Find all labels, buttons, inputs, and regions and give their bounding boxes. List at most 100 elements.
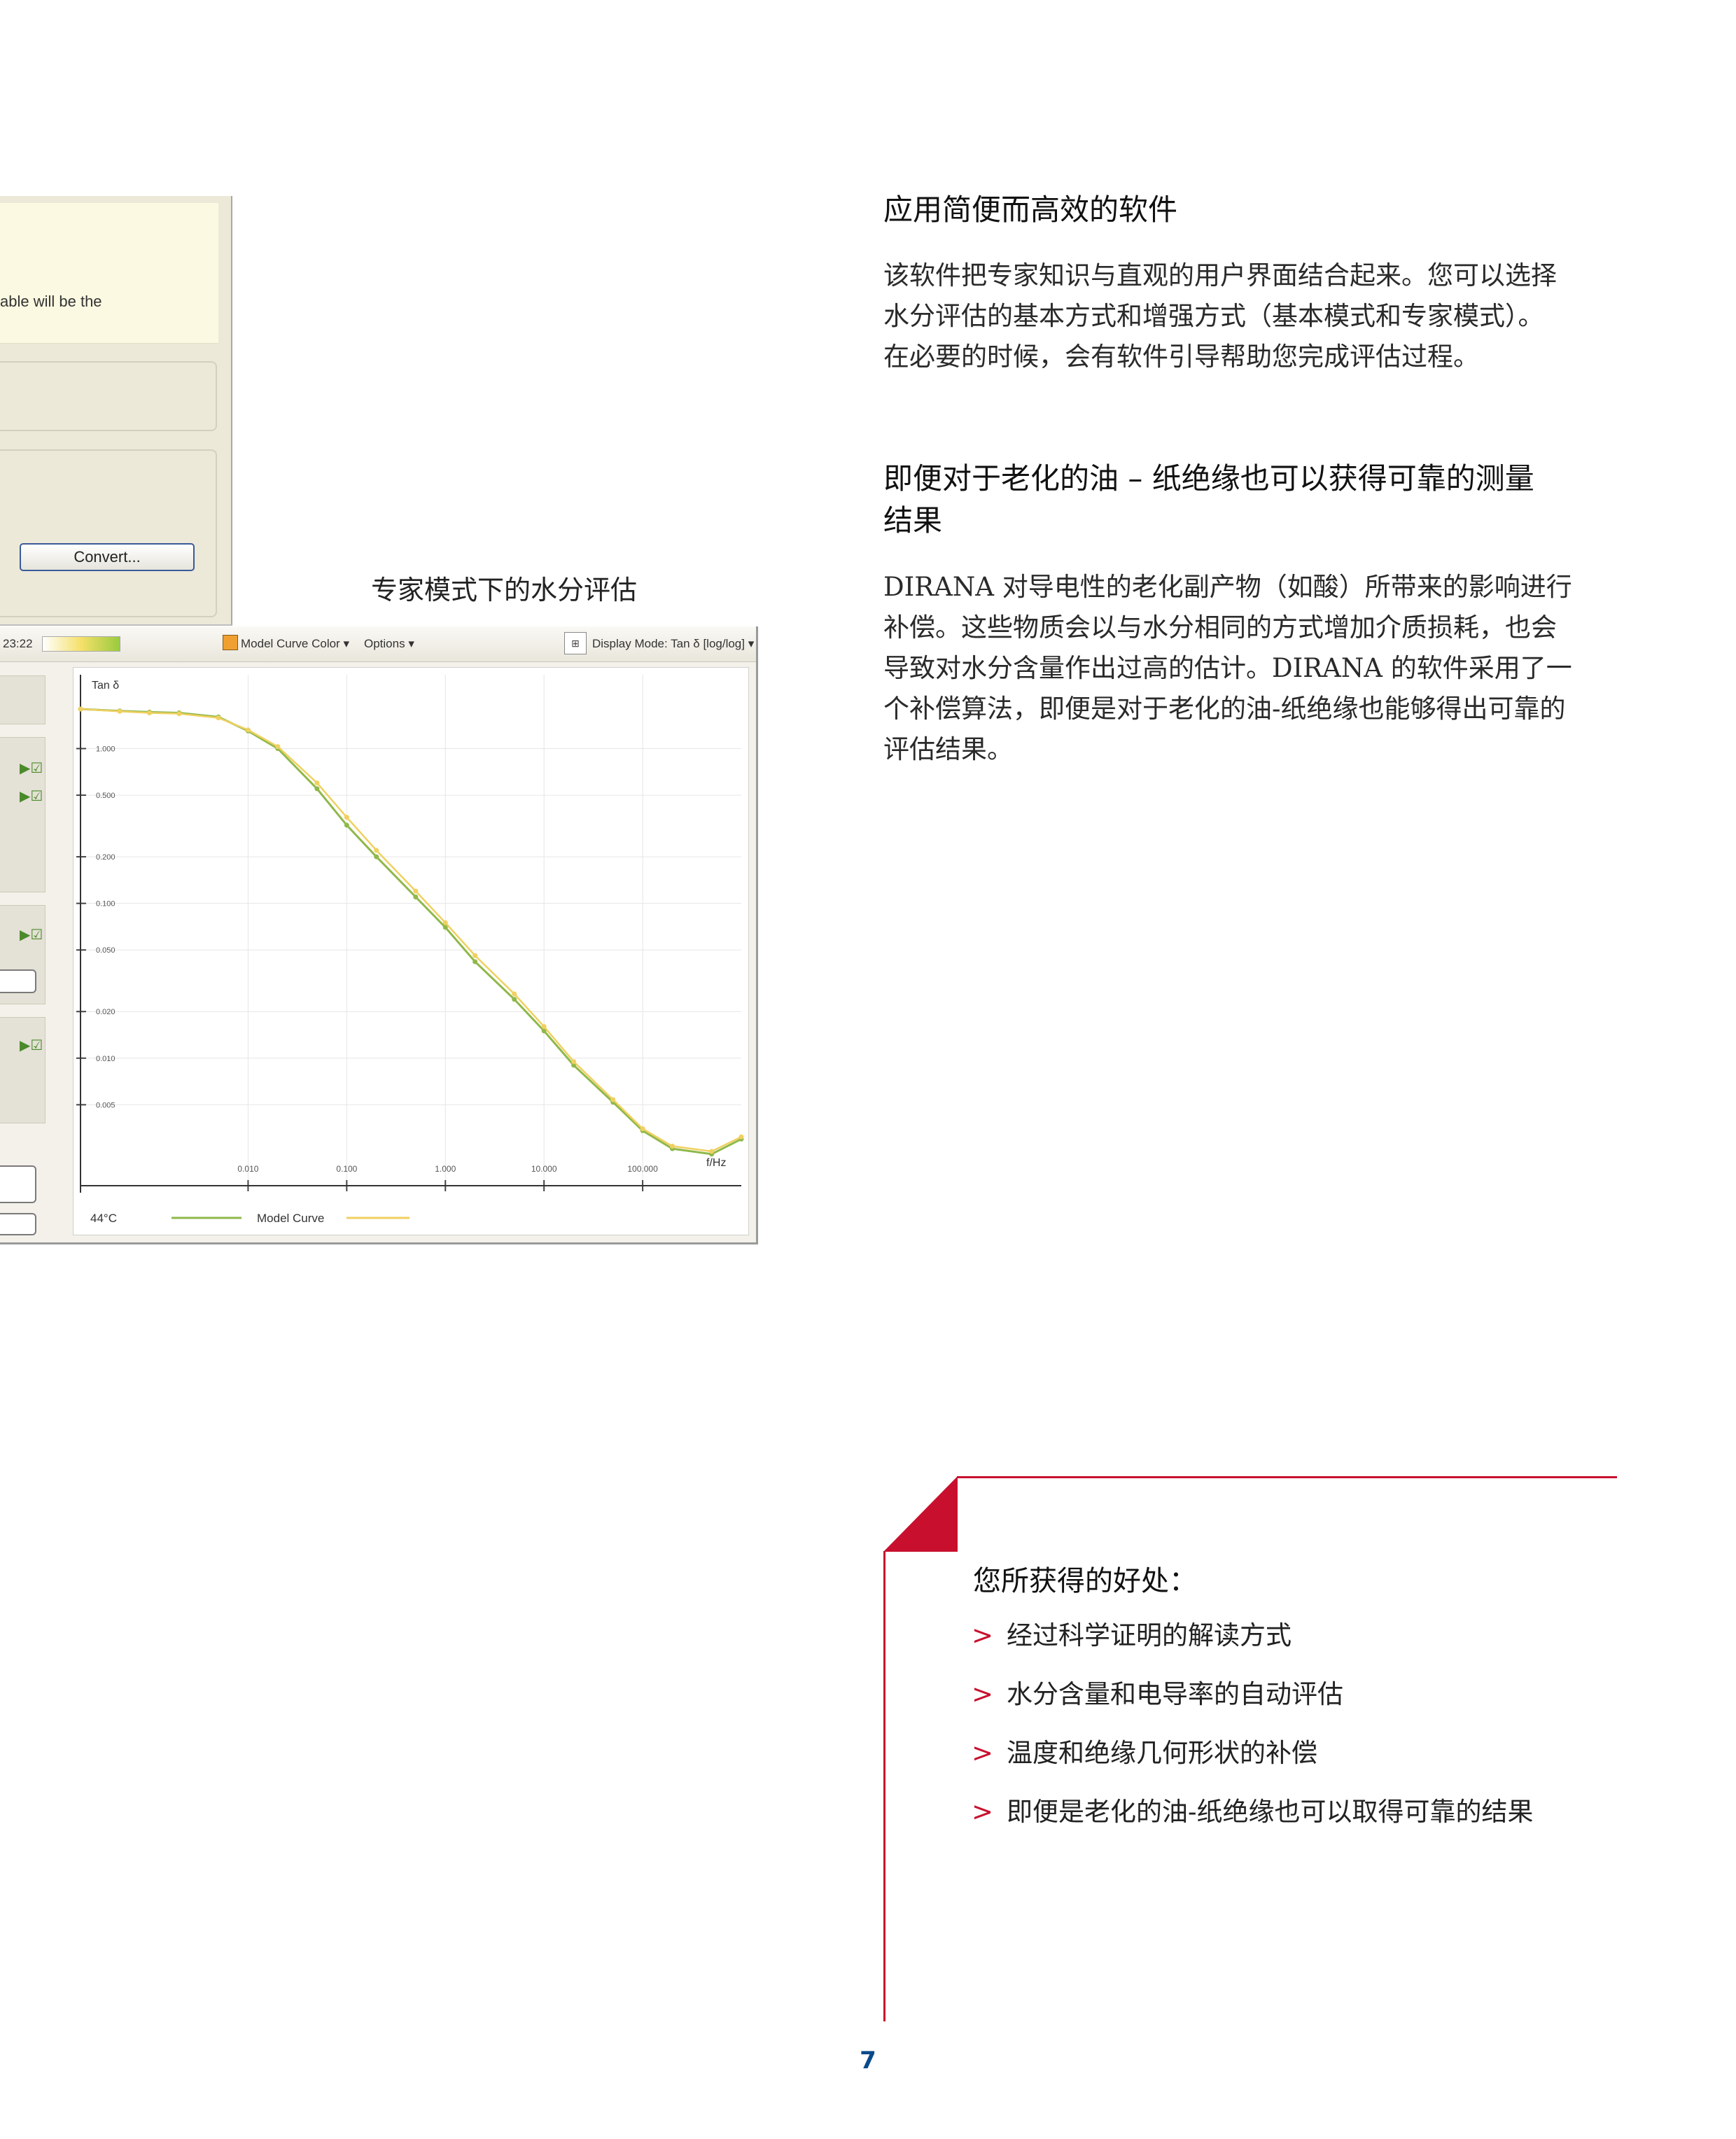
series-line <box>80 708 742 1156</box>
tan-delta-plot: 0.010 0.100 1.000 10.000 100.000 1.000 0.500 0.… <box>73 667 749 1235</box>
left-panel: ▶☑ ▶☑ ▶☑ ▶☑ <box>0 668 56 1239</box>
heading-line: 即便对于老化的油 – 纸绝缘也可以获得可靠的测量 <box>883 461 1534 496</box>
y-tick-label: 0.020 <box>96 1008 115 1016</box>
data-point <box>413 888 419 894</box>
page-number: 7 <box>860 2047 876 2075</box>
legend-temperature: 44°C <box>90 1212 117 1225</box>
benefits-list: > 经过科学证明的解读方式 > 水分含量和电导率的自动评估 > 温度和绝缘几何形状的补… <box>972 1614 1534 1849</box>
group-box <box>0 361 217 431</box>
model-curve-color-menu[interactable]: Model Curve Color ▾ <box>241 637 349 651</box>
data-point <box>610 1097 616 1102</box>
options-menu[interactable]: Options ▾ <box>364 637 414 651</box>
play-checkbox-icon[interactable]: ▶☑ <box>20 926 43 943</box>
y-tick-label: 0.005 <box>96 1101 115 1109</box>
y-tick-label: 0.050 <box>96 946 115 955</box>
play-checkbox-icon[interactable]: ▶☑ <box>20 759 43 776</box>
data-point <box>275 744 281 750</box>
data-point <box>512 997 517 1002</box>
data-point <box>413 895 419 900</box>
data-point <box>640 1126 645 1132</box>
data-point <box>176 711 182 717</box>
section-heading-software: 应用简便而高效的软件 <box>883 192 1178 227</box>
series-line <box>80 708 742 1153</box>
chevron-right-icon: > <box>972 1679 994 1709</box>
data-point <box>216 715 221 721</box>
body-line: 评估结果。 <box>883 734 1013 764</box>
body-line: DIRANA 对导电性的老化副产物（如酸）所带来的影响进行 <box>883 572 1572 602</box>
data-point <box>670 1144 676 1149</box>
x-tick-label: 10.000 <box>531 1164 557 1174</box>
data-point <box>541 1024 547 1030</box>
data-point <box>374 848 379 853</box>
moisture-gradient-bar <box>42 636 120 652</box>
left-panel-section <box>0 1017 46 1123</box>
list-item: > 温度和绝缘几何形状的补偿 <box>972 1738 1317 1768</box>
data-point <box>709 1149 715 1154</box>
data-point <box>314 780 320 786</box>
data-point <box>78 706 83 712</box>
convert-button[interactable]: Convert... <box>20 543 195 571</box>
data-point <box>738 1134 744 1139</box>
y-axis-label: Tan δ <box>92 680 119 692</box>
body-line: 该软件把专家知识与直观的用户界面结合起来。您可以选择 <box>883 260 1557 290</box>
x-tick-label: 1.000 <box>435 1164 456 1174</box>
y-tick-label: 0.200 <box>96 853 115 862</box>
chevron-right-icon: > <box>972 1620 994 1650</box>
play-checkbox-icon[interactable]: ▶☑ <box>20 1037 43 1053</box>
red-corner-triangle <box>883 1476 958 1552</box>
display-mode-icon[interactable]: ⊞ <box>564 632 587 654</box>
x-tick-label: 0.100 <box>336 1164 357 1174</box>
body-line: 个补偿算法，即便是对于老化的油-纸绝缘也能够得出可靠的 <box>883 694 1566 724</box>
heading-line: 结果 <box>883 503 943 538</box>
display-mode-menu[interactable]: Display Mode: Tan δ [log/log] ▾ <box>592 637 754 651</box>
left-panel-button[interactable] <box>0 1165 36 1203</box>
legend-model-label: Model Curve <box>257 1212 324 1225</box>
benefits-left-rule <box>883 1551 886 2021</box>
info-note: able will be the <box>0 203 218 344</box>
body-line: 导致对水分含量作出过高的估计。DIRANA 的软件采用了一 <box>883 653 1572 683</box>
data-point <box>344 822 349 828</box>
body-line: 补偿。这些物质会以与水分相同的方式增加介质损耗，也会 <box>883 612 1557 643</box>
chart-window: 23:22 Model Curve Color ▾ Options ▾ ⊞ Di… <box>0 626 758 1244</box>
data-point <box>472 953 478 958</box>
section-body-aged-oil: DIRANA 对导电性的老化副产物（如酸）所带来的影响进行 补偿。这些物质会以与… <box>883 567 1625 770</box>
left-panel-button[interactable] <box>0 1213 36 1235</box>
x-axis-label: f/Hz <box>706 1157 726 1169</box>
x-tick-label: 0.010 <box>237 1164 258 1174</box>
y-tick-label: 0.500 <box>96 792 115 800</box>
body-line: 水分评估的基本方式和增强方式（基本模式和专家模式）。 <box>883 301 1544 331</box>
figure-caption: 专家模式下的水分评估 <box>371 575 638 605</box>
info-note-text: able will be the <box>0 293 102 310</box>
data-point <box>314 786 320 792</box>
list-item: > 经过科学证明的解读方式 <box>972 1620 1292 1650</box>
body-line: 在必要的时候，会有软件引导帮助您完成评估过程。 <box>883 342 1479 372</box>
play-checkbox-icon[interactable]: ▶☑ <box>20 787 43 804</box>
benefits-top-rule <box>957 1476 1617 1478</box>
section-heading-aged-oil: 即便对于老化的油 – 纸绝缘也可以获得可靠的测量 结果 <box>883 458 1618 542</box>
data-point <box>146 710 152 716</box>
list-item: > 即便是老化的油-纸绝缘也可以取得可靠的结果 <box>972 1797 1534 1827</box>
chevron-right-icon: > <box>972 1797 994 1827</box>
data-point <box>245 727 251 733</box>
data-point <box>512 991 517 997</box>
data-point <box>571 1059 577 1065</box>
toolbar-time: 23:22 <box>3 637 33 650</box>
curve-color-swatch-icon[interactable] <box>223 635 238 650</box>
left-panel-section <box>0 675 46 724</box>
list-item: > 水分含量和电导率的自动评估 <box>972 1679 1343 1709</box>
data-point <box>344 815 349 820</box>
settings-dialog: able will be the Convert... <box>0 196 232 626</box>
data-point <box>442 920 448 925</box>
tan-delta-chart: 0.010 0.100 1.000 10.000 100.000 1.000 0.500 0.… <box>76 675 744 1225</box>
chart-toolbar: 23:22 Model Curve Color ▾ Options ▾ ⊞ Di… <box>0 626 756 662</box>
data-point <box>472 959 478 965</box>
group-box <box>0 449 217 617</box>
y-tick-label: 0.010 <box>96 1055 115 1063</box>
y-tick-label: 0.100 <box>96 900 115 909</box>
data-point <box>374 854 379 860</box>
benefits-title: 您所获得的好处： <box>973 1565 1197 1597</box>
left-panel-button[interactable] <box>0 969 36 993</box>
y-tick-label: 1.000 <box>96 745 115 754</box>
data-point <box>117 708 122 714</box>
section-body-software: 该软件把专家知识与直观的用户界面结合起来。您可以选择 水分评估的基本方式和增强方… <box>883 255 1618 377</box>
